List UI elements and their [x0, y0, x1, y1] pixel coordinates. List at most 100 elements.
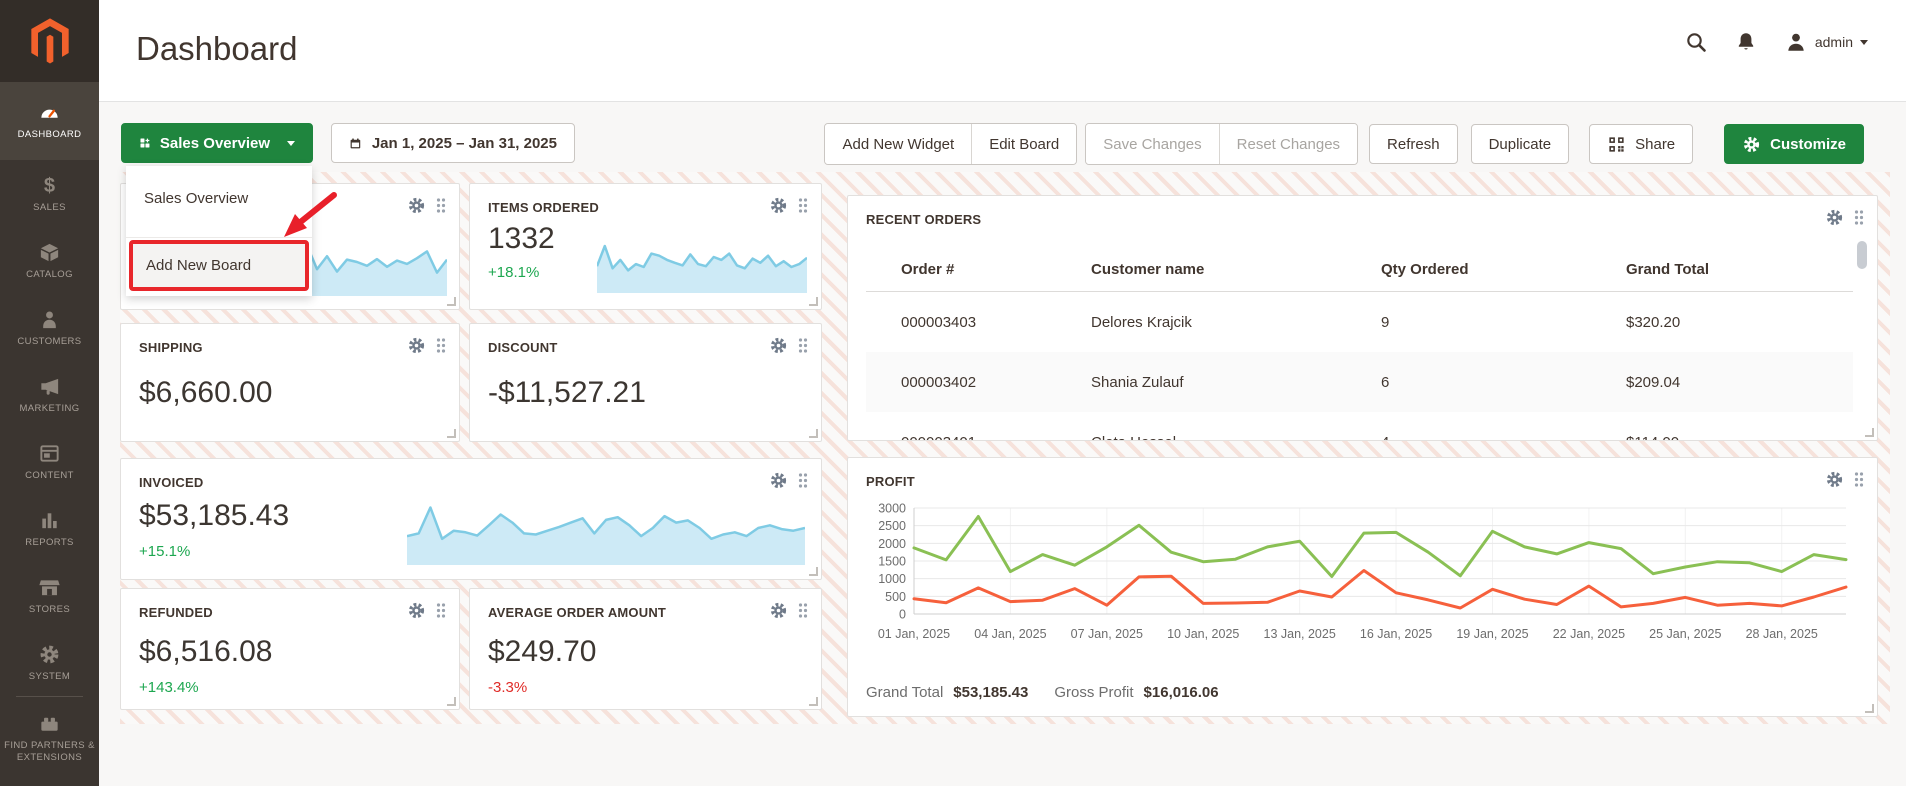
sidebar-item-catalog[interactable]: CATALOG — [0, 227, 99, 294]
svg-text:3000: 3000 — [878, 502, 906, 516]
duplicate-button[interactable]: Duplicate — [1471, 124, 1570, 164]
widget-settings-gear-icon[interactable] — [769, 336, 788, 355]
drag-handle-icon[interactable] — [1853, 209, 1865, 226]
resize-handle[interactable] — [447, 697, 456, 706]
svg-text:01 Jan, 2025: 01 Jan, 2025 — [878, 627, 950, 641]
svg-text:19 Jan, 2025: 19 Jan, 2025 — [1456, 627, 1528, 641]
share-button[interactable]: Share — [1589, 124, 1693, 164]
drag-handle-icon[interactable] — [797, 337, 809, 354]
sidebar-item-dashboard[interactable]: DASHBOARD — [0, 82, 99, 160]
sidebar-item-marketing[interactable]: MARKETING — [0, 361, 99, 428]
chevron-down-icon — [287, 141, 295, 146]
bar-chart-icon — [38, 509, 61, 532]
widget-settings-gear-icon[interactable] — [769, 196, 788, 215]
search-icon[interactable] — [1684, 30, 1708, 54]
sparkline-chart — [297, 224, 447, 296]
widget-title: RECENT ORDERS — [866, 212, 981, 227]
widget-value: $249.70 — [488, 635, 596, 669]
svg-text:$: $ — [44, 175, 55, 197]
widget-title: DISCOUNT — [488, 340, 558, 355]
resize-handle[interactable] — [809, 297, 818, 306]
resize-handle[interactable] — [447, 429, 456, 438]
admin-account-menu[interactable]: admin — [1784, 30, 1868, 54]
gear-icon — [38, 643, 61, 666]
sidebar-item-reports[interactable]: REPORTS — [0, 495, 99, 562]
widget-settings-gear-icon[interactable] — [769, 471, 788, 490]
sidebar-item-customers[interactable]: CUSTOMERS — [0, 294, 99, 361]
widget-change: -3.3% — [488, 679, 527, 696]
resize-handle[interactable] — [809, 567, 818, 576]
resize-handle[interactable] — [809, 429, 818, 438]
widget-settings-gear-icon[interactable] — [407, 196, 426, 215]
svg-text:1000: 1000 — [878, 572, 906, 586]
widget-card-recent-orders: RECENT ORDERS Order # Customer name Qty … — [847, 195, 1878, 441]
table-row[interactable]: 000003401 Cleta Hessel 4 $114.00 — [866, 412, 1853, 441]
drag-handle-icon[interactable] — [435, 197, 447, 214]
resize-handle[interactable] — [1865, 428, 1874, 437]
magento-logo[interactable] — [0, 0, 99, 82]
drag-handle-icon[interactable] — [797, 472, 809, 489]
customize-button[interactable]: Customize — [1724, 124, 1864, 164]
widget-value: $6,516.08 — [139, 635, 272, 669]
resize-handle[interactable] — [1865, 704, 1874, 713]
cell-order-number: 000003403 — [866, 314, 1091, 331]
widget-settings-gear-icon[interactable] — [1825, 208, 1844, 227]
widget-settings-gear-icon[interactable] — [407, 601, 426, 620]
table-row[interactable]: 000003402 Shania Zulauf 6 $209.04 — [866, 352, 1853, 412]
edit-board-button[interactable]: Edit Board — [971, 124, 1076, 164]
drag-handle-icon[interactable] — [435, 602, 447, 619]
widget-value: -$11,527.21 — [488, 376, 646, 410]
notifications-bell-icon[interactable] — [1734, 30, 1758, 54]
user-avatar-icon — [1784, 30, 1808, 54]
date-range-label: Jan 1, 2025 – Jan 31, 2025 — [372, 135, 557, 152]
customize-button-label: Customize — [1770, 136, 1846, 153]
svg-text:13 Jan, 2025: 13 Jan, 2025 — [1264, 627, 1336, 641]
sidebar-item-system[interactable]: SYSTEM — [0, 629, 99, 696]
table-header-row: Order # Customer name Qty Ordered Grand … — [866, 248, 1853, 292]
drag-handle-icon[interactable] — [797, 197, 809, 214]
sidebar-item-sales[interactable]: $ SALES — [0, 160, 99, 227]
save-changes-button[interactable]: Save Changes — [1086, 124, 1218, 164]
drag-handle-icon[interactable] — [797, 602, 809, 619]
menu-item-add-new-board[interactable]: Add New Board — [129, 240, 309, 291]
person-icon — [38, 308, 61, 331]
sidebar-item-label: REPORTS — [22, 537, 77, 549]
share-qr-icon — [1607, 135, 1626, 154]
date-range-button[interactable]: Jan 1, 2025 – Jan 31, 2025 — [331, 123, 575, 163]
table-row[interactable]: 000003403 Delores Krajcik 9 $320.20 — [866, 292, 1853, 352]
widget-settings-gear-icon[interactable] — [1825, 470, 1844, 489]
grand-total-value: $53,185.43 — [953, 684, 1028, 701]
svg-text:500: 500 — [885, 590, 906, 604]
add-new-widget-button[interactable]: Add New Widget — [825, 124, 971, 164]
page-title: Dashboard — [136, 30, 297, 68]
drag-handle-icon[interactable] — [435, 337, 447, 354]
reset-changes-button[interactable]: Reset Changes — [1219, 124, 1357, 164]
svg-text:28 Jan, 2025: 28 Jan, 2025 — [1746, 627, 1818, 641]
widget-card-invoiced: INVOICED $53,185.43 +15.1% — [120, 458, 822, 580]
board-selector-button[interactable]: Sales Overview — [121, 123, 313, 163]
sidebar-item-stores[interactable]: STORES — [0, 562, 99, 629]
cell-grand-total: $114.00 — [1626, 434, 1853, 442]
megaphone-icon — [38, 375, 61, 398]
widget-settings-gear-icon[interactable] — [407, 336, 426, 355]
widget-settings-gear-icon[interactable] — [769, 601, 788, 620]
box-icon — [38, 241, 61, 264]
column-header: Order # — [866, 261, 1091, 278]
widget-change: +18.1% — [488, 264, 539, 281]
menu-item-sales-overview[interactable]: Sales Overview — [144, 190, 248, 207]
drag-handle-icon[interactable] — [1853, 471, 1865, 488]
widget-value: 1332 — [488, 222, 555, 256]
table-scrollbar-thumb[interactable] — [1857, 241, 1867, 269]
cell-customer-name: Cleta Hessel — [1091, 434, 1381, 442]
sidebar: DASHBOARD $ SALES CATALOG CUSTOMERS MARK… — [0, 0, 99, 786]
svg-text:1500: 1500 — [878, 555, 906, 569]
resize-handle[interactable] — [447, 297, 456, 306]
sidebar-item-label: SYSTEM — [26, 671, 73, 683]
widget-change: +15.1% — [139, 543, 190, 560]
refresh-button[interactable]: Refresh — [1369, 124, 1458, 164]
toolbar-actions: Add New Widget Edit Board Save Changes R… — [824, 123, 1864, 165]
sidebar-item-find-partners[interactable]: FIND PARTNERS & EXTENSIONS — [0, 696, 99, 780]
sparkline-chart — [597, 227, 807, 293]
resize-handle[interactable] — [809, 697, 818, 706]
sidebar-item-content[interactable]: CONTENT — [0, 428, 99, 495]
